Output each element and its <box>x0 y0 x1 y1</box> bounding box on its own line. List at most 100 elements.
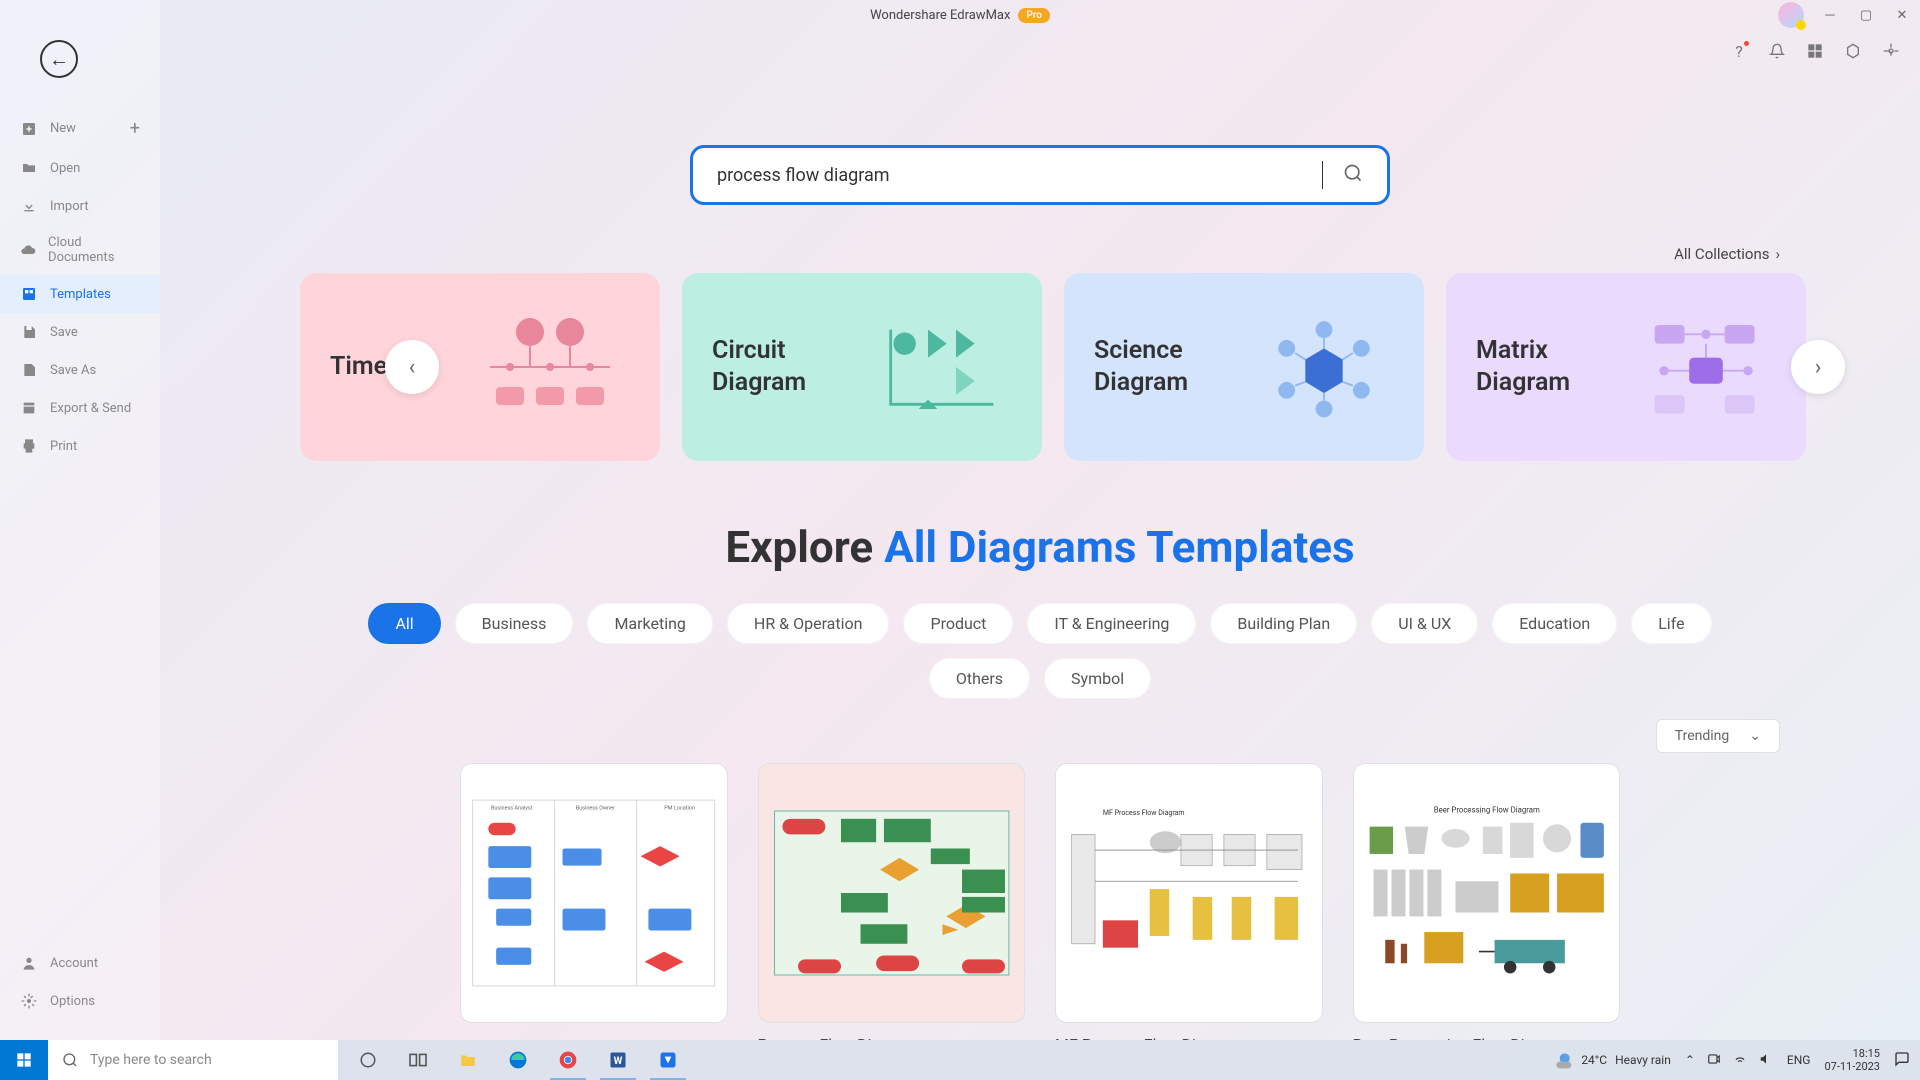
filter-building-plan[interactable]: Building Plan <box>1210 603 1357 644</box>
tray-notifications-icon[interactable] <box>1894 1051 1910 1070</box>
tray-expand-icon[interactable]: ⌃ <box>1685 1053 1695 1067</box>
sort-dropdown[interactable]: Trending ⌄ <box>1656 719 1780 753</box>
filter-education[interactable]: Education <box>1492 603 1617 644</box>
nav-templates[interactable]: Templates <box>0 275 160 313</box>
bell-icon[interactable] <box>1768 42 1786 60</box>
file-explorer-icon[interactable] <box>444 1040 492 1080</box>
template-card[interactable]: Process Flow Diagrams <box>758 763 1026 1040</box>
nav-save-as[interactable]: Save As <box>0 351 160 389</box>
chevron-down-icon: ⌄ <box>1749 728 1761 744</box>
circuit-graphic-icon <box>872 302 1012 432</box>
maximize-button[interactable]: ▢ <box>1856 5 1876 25</box>
tray-wifi-icon[interactable] <box>1733 1052 1747 1069</box>
nav-save[interactable]: Save <box>0 313 160 351</box>
folder-icon <box>20 159 38 177</box>
gear-icon[interactable] <box>1882 42 1900 60</box>
template-card[interactable]: MF Process Flow Diagram MF Process Flow … <box>1055 763 1323 1040</box>
add-plus-icon[interactable]: + <box>130 118 140 139</box>
printer-icon <box>20 437 38 455</box>
word-icon[interactable]: W <box>594 1040 642 1080</box>
back-button[interactable]: ← <box>40 40 78 78</box>
card-title: Matrix Diagram <box>1476 335 1636 400</box>
filter-others[interactable]: Others <box>929 658 1030 699</box>
nav-options[interactable]: Options <box>0 982 160 1020</box>
filter-it-engineering[interactable]: IT & Engineering <box>1027 603 1196 644</box>
template-card[interactable]: Beer Processing Flow Diagram Beer Proces… <box>1353 763 1621 1040</box>
card-title: Science Diagram <box>1094 335 1254 400</box>
carousel-card-matrix[interactable]: Matrix Diagram <box>1446 273 1806 461</box>
nav-label: Save As <box>50 363 96 378</box>
task-view-icon[interactable] <box>394 1040 442 1080</box>
template-preview: Business AnalystBusiness OwnerPM Locatio… <box>460 763 728 1023</box>
app-title: Wondershare EdrawMax <box>870 8 1010 23</box>
grid-icon[interactable] <box>1806 42 1824 60</box>
filter-life[interactable]: Life <box>1631 603 1711 644</box>
search-box[interactable] <box>690 145 1390 205</box>
nav-import[interactable]: Import <box>0 187 160 225</box>
explore-heading: Explore All Diagrams Templates <box>160 521 1920 573</box>
carousel-card-timeline[interactable]: Timeline <box>300 273 660 461</box>
carousel-next-button[interactable]: › <box>1791 340 1845 394</box>
matrix-graphic-icon <box>1636 302 1776 432</box>
svg-text:Business Owner: Business Owner <box>576 805 615 811</box>
weather-temp: 24°C <box>1581 1053 1607 1067</box>
help-icon[interactable]: ? <box>1730 42 1748 60</box>
tray-volume-icon[interactable] <box>1759 1052 1773 1069</box>
weather-widget[interactable]: 24°C Heavy rain <box>1553 1050 1671 1070</box>
back-arrow-icon: ← <box>49 47 69 72</box>
nav-label: Templates <box>50 287 111 302</box>
tray-lang[interactable]: ENG <box>1787 1053 1811 1067</box>
nav-cloud-documents[interactable]: Cloud Documents <box>0 225 160 275</box>
filter-marketing[interactable]: Marketing <box>587 603 712 644</box>
template-card[interactable]: Business AnalystBusiness OwnerPM Locatio… <box>460 763 728 1040</box>
filter-ui-ux[interactable]: UI & UX <box>1371 603 1478 644</box>
cloud-icon <box>20 241 36 259</box>
start-button[interactable] <box>0 1040 48 1080</box>
nav-label: Account <box>50 956 98 971</box>
taskbar-search[interactable]: Type here to search <box>48 1040 338 1080</box>
save-icon <box>20 323 38 341</box>
nav-label: New <box>50 121 76 136</box>
nav-label: Options <box>50 994 95 1009</box>
timeline-graphic-icon <box>480 302 630 432</box>
template-preview: MF Process Flow Diagram <box>1055 763 1323 1023</box>
nav-new[interactable]: New + <box>0 108 160 149</box>
nav-account[interactable]: Account <box>0 944 160 982</box>
science-graphic-icon <box>1254 302 1394 432</box>
template-preview <box>758 763 1026 1023</box>
chrome-icon[interactable] <box>544 1040 592 1080</box>
nav-label: Cloud Documents <box>48 235 140 265</box>
carousel-card-circuit[interactable]: Circuit Diagram <box>682 273 1042 461</box>
search-icon[interactable] <box>1343 163 1363 187</box>
carousel-prev-button[interactable]: ‹ <box>385 340 439 394</box>
filter-all[interactable]: All <box>368 603 440 644</box>
user-icon <box>20 954 38 972</box>
filter-symbol[interactable]: Symbol <box>1044 658 1151 699</box>
edge-icon[interactable] <box>494 1040 542 1080</box>
all-collections-link[interactable]: All Collections › <box>160 245 1920 263</box>
close-button[interactable]: ✕ <box>1892 5 1912 25</box>
filter-business[interactable]: Business <box>455 603 574 644</box>
search-input[interactable] <box>717 165 1322 186</box>
download-icon <box>20 197 38 215</box>
nav-label: Export & Send <box>50 401 131 416</box>
avatar[interactable] <box>1778 2 1804 28</box>
nav-export-send[interactable]: Export & Send <box>0 389 160 427</box>
minimize-button[interactable]: ─ <box>1820 5 1840 25</box>
nav-print[interactable]: Print <box>0 427 160 465</box>
gift-icon[interactable] <box>1844 42 1862 60</box>
filter-hr-operation[interactable]: HR & Operation <box>727 603 890 644</box>
carousel-card-science[interactable]: Science Diagram <box>1064 273 1424 461</box>
tray-datetime[interactable]: 18:15 07-11-2023 <box>1824 1047 1880 1073</box>
filter-product[interactable]: Product <box>903 603 1013 644</box>
save-as-icon <box>20 361 38 379</box>
plus-square-icon <box>20 120 38 138</box>
template-icon <box>20 285 38 303</box>
edrawmax-icon[interactable] <box>644 1040 692 1080</box>
cortana-icon[interactable] <box>344 1040 392 1080</box>
nav-open[interactable]: Open <box>0 149 160 187</box>
pro-badge: Pro <box>1018 8 1049 23</box>
tray-meet-icon[interactable] <box>1707 1052 1721 1069</box>
svg-text:W: W <box>614 1056 623 1067</box>
taskbar-search-placeholder: Type here to search <box>90 1052 212 1068</box>
